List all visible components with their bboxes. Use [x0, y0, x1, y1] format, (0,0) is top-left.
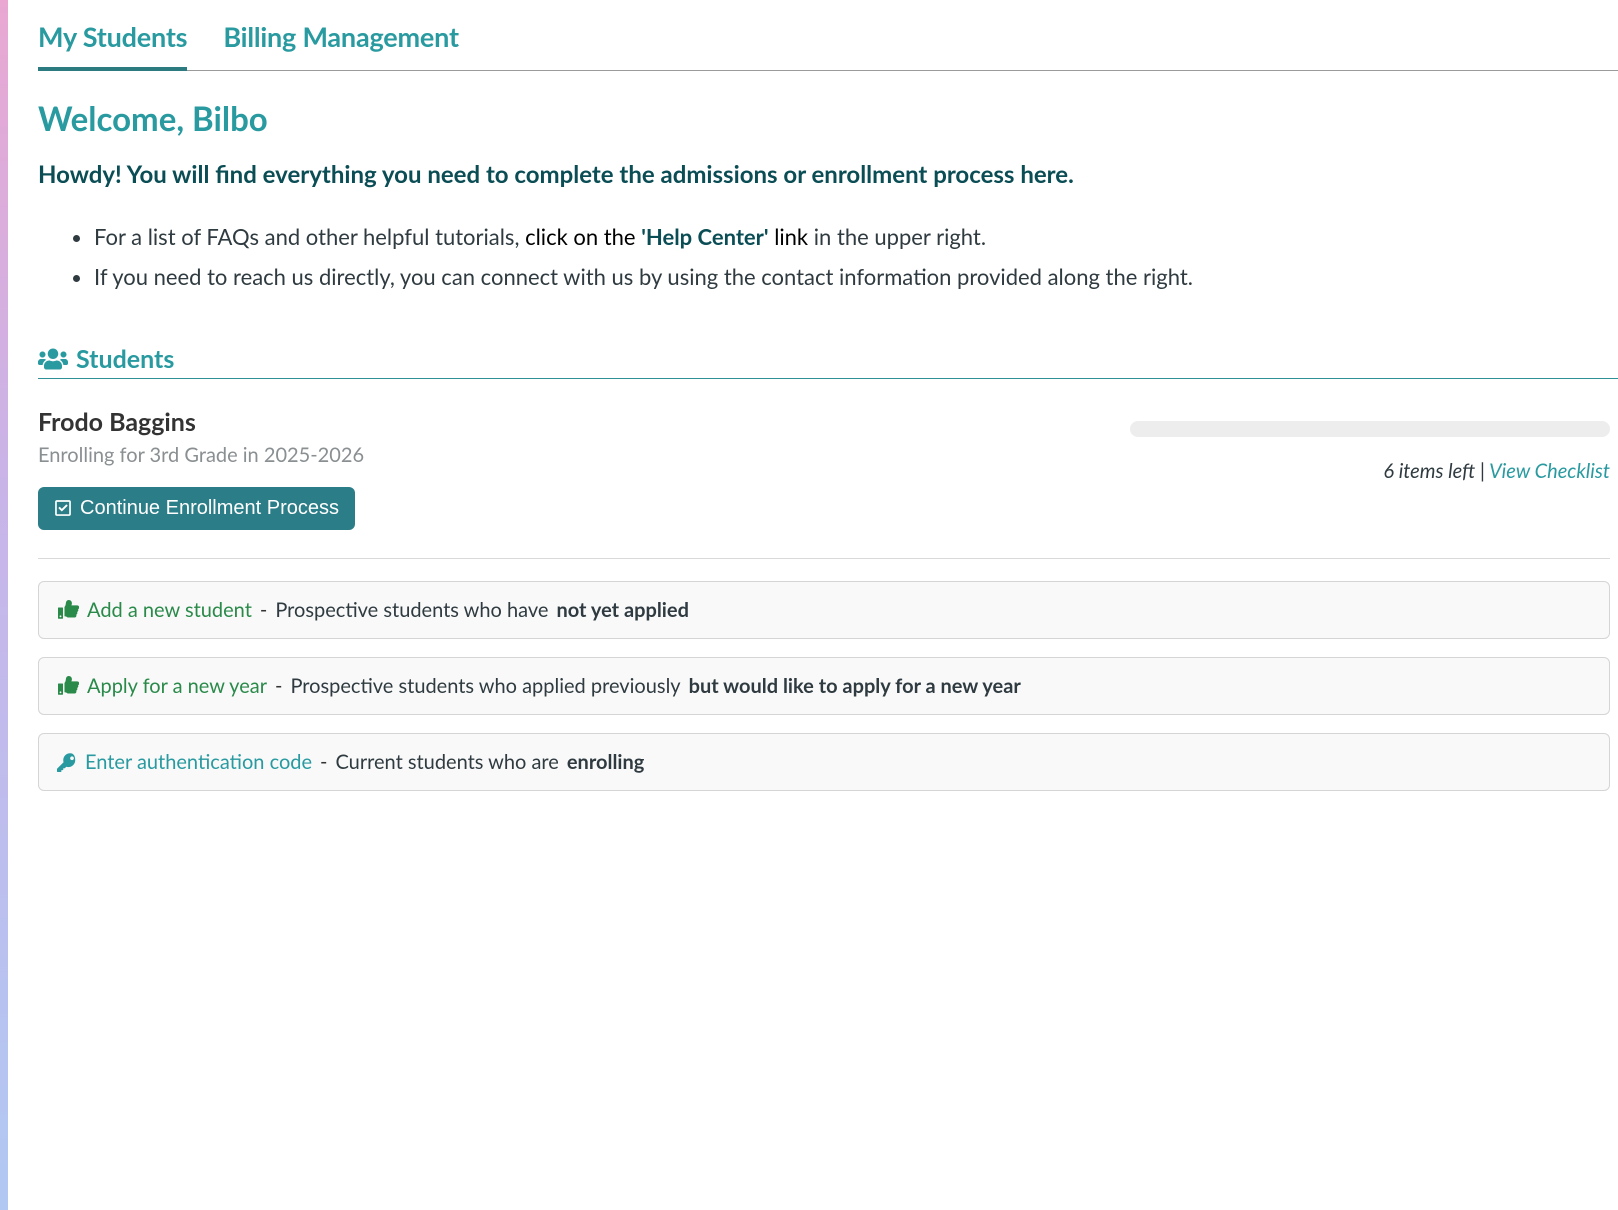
items-left: 6 items left: [1383, 459, 1475, 483]
bullet-text: in the upper right.: [808, 223, 986, 250]
dash: -: [275, 674, 282, 698]
add-student-desc: Prospective students who have: [275, 598, 548, 622]
welcome-subtitle: Howdy! You will find everything you need…: [38, 157, 1618, 193]
auth-code-desc: Current students who are: [335, 750, 558, 774]
continue-enrollment-label: Continue Enrollment Process: [80, 497, 339, 520]
add-student-desc-bold: not yet applied: [556, 598, 688, 622]
action-auth-code[interactable]: Enter authentication code - Current stud…: [38, 733, 1610, 791]
apply-new-year-desc: Prospective students who applied previou…: [290, 674, 680, 698]
view-checklist-link[interactable]: View Checklist: [1489, 459, 1610, 483]
welcome-bullets: For a list of FAQs and other helpful tut…: [38, 219, 1618, 296]
dash: -: [320, 750, 327, 774]
students-heading: Students: [76, 344, 174, 374]
welcome-title: Welcome, Bilbo: [38, 99, 1618, 139]
continue-enrollment-button[interactable]: Continue Enrollment Process: [38, 487, 355, 530]
bullet-faq: For a list of FAQs and other helpful tut…: [94, 219, 1618, 255]
add-student-link[interactable]: Add a new student: [87, 598, 252, 622]
bullet-text: For a list of FAQs and other helpful tut…: [94, 223, 525, 250]
separator: |: [1480, 459, 1489, 483]
auth-code-desc-bold: enrolling: [567, 750, 644, 774]
progress-bar: [1130, 421, 1610, 437]
action-apply-new-year[interactable]: Apply for a new year - Prospective stude…: [38, 657, 1610, 715]
tab-bar: My Students Billing Management: [38, 10, 1618, 71]
apply-new-year-desc-bold: but would like to apply for a new year: [689, 674, 1021, 698]
divider: [38, 558, 1610, 559]
key-icon: [57, 752, 77, 772]
hand-point-right-icon: [57, 600, 79, 620]
bullet-contact: If you need to reach us directly, you ca…: [94, 259, 1618, 295]
check-square-icon: [54, 499, 72, 517]
apply-new-year-link[interactable]: Apply for a new year: [87, 674, 267, 698]
dash: -: [260, 598, 267, 622]
users-icon: [38, 347, 68, 371]
auth-code-link[interactable]: Enter authentication code: [85, 750, 312, 774]
tab-billing-management[interactable]: Billing Management: [223, 10, 458, 71]
bullet-text: click on the: [525, 223, 635, 250]
student-card: Frodo Baggins Enrolling for 3rd Grade in…: [38, 407, 1618, 530]
action-add-student[interactable]: Add a new student - Prospective students…: [38, 581, 1610, 639]
gradient-strip: [0, 0, 8, 1210]
hand-point-right-icon: [57, 676, 79, 696]
bullet-text: link: [774, 223, 808, 250]
help-center-label: 'Help Center': [641, 223, 768, 250]
students-section-header: Students: [38, 344, 1618, 379]
student-enrolling: Enrolling for 3rd Grade in 2025-2026: [38, 443, 1100, 467]
tab-my-students[interactable]: My Students: [38, 10, 187, 71]
student-name: Frodo Baggins: [38, 407, 1100, 437]
